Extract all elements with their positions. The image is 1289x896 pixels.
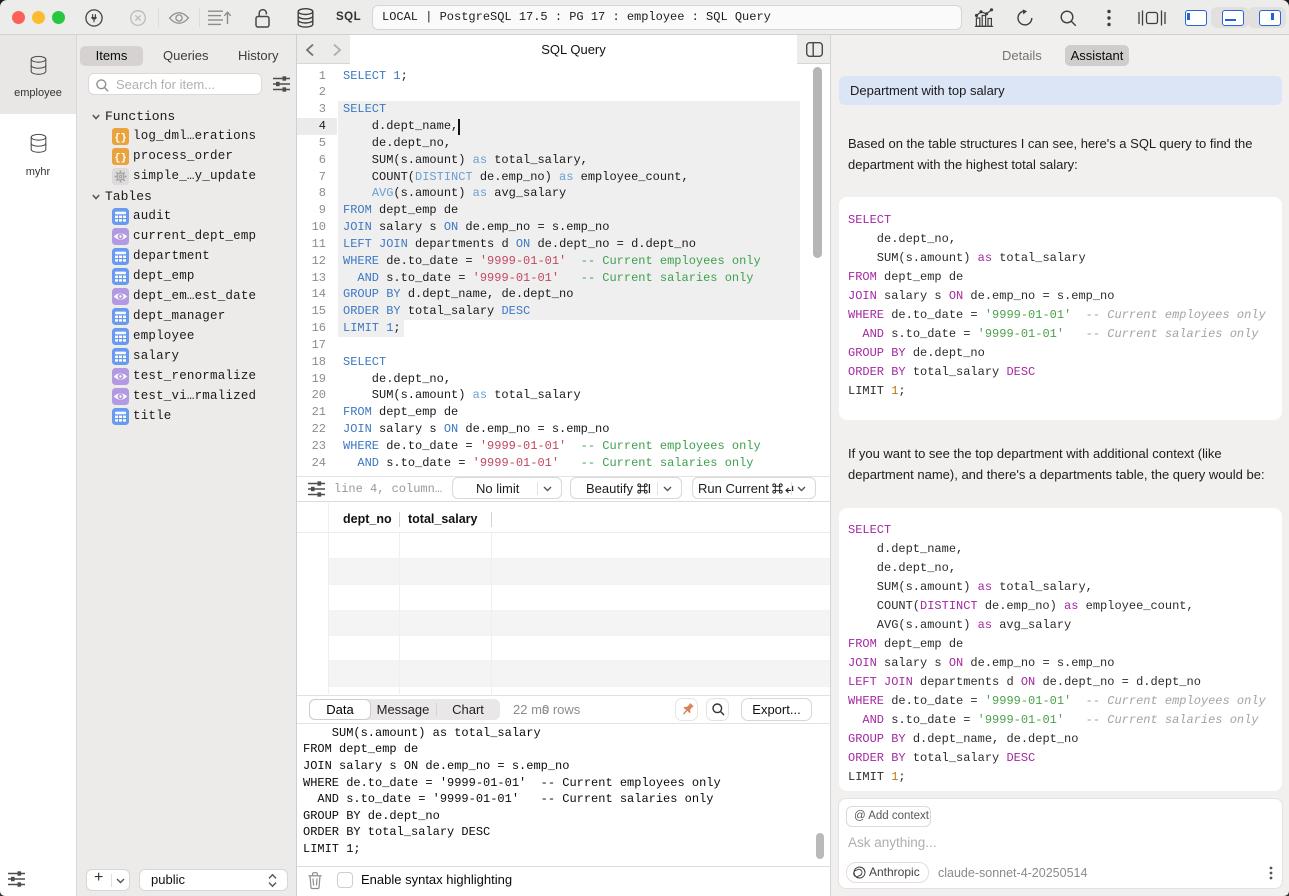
svg-text:{}: {} xyxy=(114,132,127,144)
svg-text:{}: {} xyxy=(114,152,127,164)
